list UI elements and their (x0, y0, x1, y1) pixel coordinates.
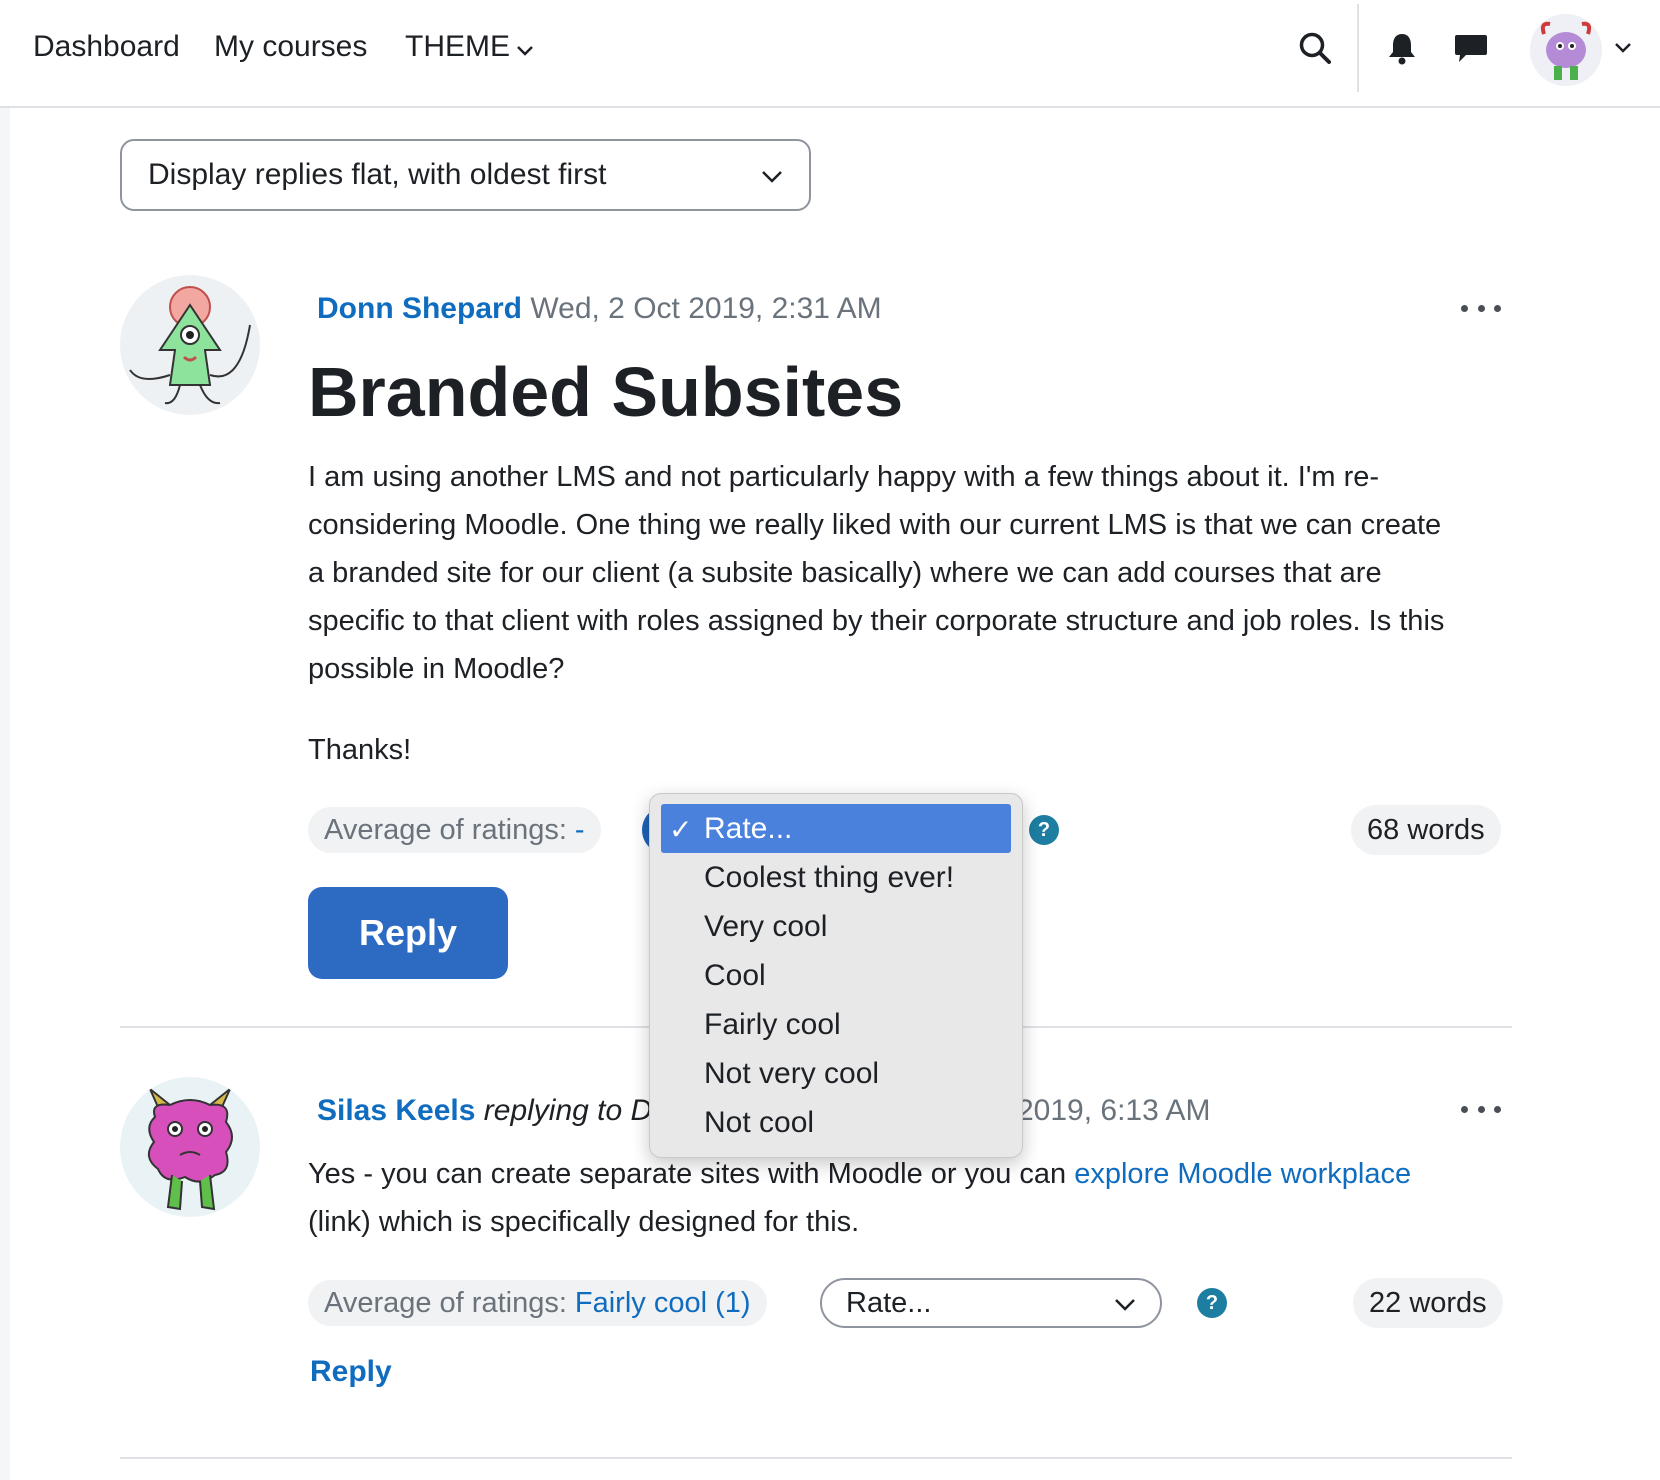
rating-option-coolest[interactable]: Coolest thing ever! (661, 853, 1011, 902)
chat-icon[interactable] (1451, 28, 1491, 68)
reply-link[interactable]: Reply (310, 1355, 392, 1389)
author-name-link[interactable]: Donn Shepard (317, 292, 522, 325)
post-body: Yes - you can create separate sites with… (308, 1150, 1448, 1246)
post-header: Donn Shepard Wed, 2 Oct 2019, 2:31 AM (317, 292, 882, 326)
replying-to: replying to D (483, 1094, 653, 1127)
average-ratings-label: Average of ratings: (324, 1286, 567, 1319)
word-count: 68 words (1351, 805, 1501, 855)
reply-button[interactable]: Reply (308, 887, 508, 979)
chevron-down-icon (761, 158, 783, 192)
top-navbar: Dashboard My courses THEME (0, 0, 1660, 108)
post-body-text: Yes - you can create separate sites with… (308, 1158, 1075, 1190)
chevron-down-icon (516, 31, 534, 65)
user-avatar[interactable] (1530, 14, 1602, 86)
nav-theme-label: THEME (405, 30, 510, 63)
chevron-down-icon (1114, 1287, 1136, 1320)
nav-my-courses[interactable]: My courses (214, 30, 367, 64)
rating-option-very-cool[interactable]: Very cool (661, 902, 1011, 951)
rating-option-label: Not very cool (704, 1056, 880, 1090)
rating-dropdown-menu: ✓ Rate... Coolest thing ever! Very cool C… (649, 793, 1023, 1158)
bell-icon[interactable] (1382, 28, 1422, 68)
explore-moodle-workplace-link[interactable]: explore Moodle workplace (1074, 1158, 1411, 1190)
post-body: I am using another LMS and not particula… (308, 461, 1445, 685)
post-date: 2019, 6:13 AM (1017, 1094, 1211, 1127)
left-drawer-edge (0, 108, 10, 1480)
rating-option-not-cool[interactable]: Not cool (661, 1098, 1011, 1147)
rating-option-fairly-cool[interactable]: Fairly cool (661, 1000, 1011, 1049)
rating-option-rate[interactable]: ✓ Rate... (661, 804, 1011, 853)
check-icon: ✓ (669, 814, 693, 845)
average-ratings: Average of ratings: - (308, 807, 601, 853)
word-count: 22 words (1353, 1278, 1503, 1328)
post-date: Wed, 2 Oct 2019, 2:31 AM (530, 292, 882, 325)
author-name-link[interactable]: Silas Keels (317, 1094, 475, 1127)
author-avatar[interactable] (120, 275, 260, 415)
more-options-icon[interactable] (1461, 1099, 1501, 1119)
more-options-icon[interactable] (1461, 298, 1501, 318)
rating-option-not-very-cool[interactable]: Not very cool (661, 1049, 1011, 1098)
rating-option-label: Cool (704, 958, 766, 992)
average-ratings-value[interactable]: Fairly cool (1) (575, 1287, 751, 1320)
help-icon[interactable]: ? (1197, 1288, 1227, 1318)
nav-divider (1357, 4, 1359, 92)
average-ratings-label: Average of ratings: (324, 813, 567, 846)
nav-dashboard[interactable]: Dashboard (33, 30, 180, 64)
post-body-text: (link) which is specifically designed fo… (308, 1206, 860, 1238)
display-mode-select[interactable]: Display replies flat, with oldest first (120, 139, 811, 211)
rating-option-label: Very cool (704, 909, 828, 943)
author-avatar[interactable] (120, 1077, 260, 1217)
display-mode-value: Display replies flat, with oldest first (148, 158, 607, 191)
post-thanks: Thanks! (308, 734, 412, 766)
rating-option-cool[interactable]: Cool (661, 951, 1011, 1000)
rate-select-value: Rate... (846, 1286, 932, 1319)
post-header: Silas Keels replying to D (317, 1094, 652, 1128)
help-icon[interactable]: ? (1029, 815, 1059, 845)
rating-option-label: Coolest thing ever! (704, 860, 955, 894)
search-icon[interactable] (1295, 28, 1335, 68)
average-ratings-value[interactable]: - (575, 814, 585, 847)
post-title: Branded Subsites (308, 353, 904, 431)
rating-option-label: Rate... (704, 811, 793, 845)
nav-theme[interactable]: THEME (405, 30, 534, 65)
rating-option-label: Not cool (704, 1105, 815, 1139)
chevron-down-icon[interactable] (1608, 28, 1638, 68)
post-divider (120, 1457, 1512, 1459)
rating-option-label: Fairly cool (704, 1007, 841, 1041)
average-ratings: Average of ratings: Fairly cool (1) (308, 1280, 767, 1326)
rate-select[interactable]: Rate... (820, 1278, 1162, 1328)
